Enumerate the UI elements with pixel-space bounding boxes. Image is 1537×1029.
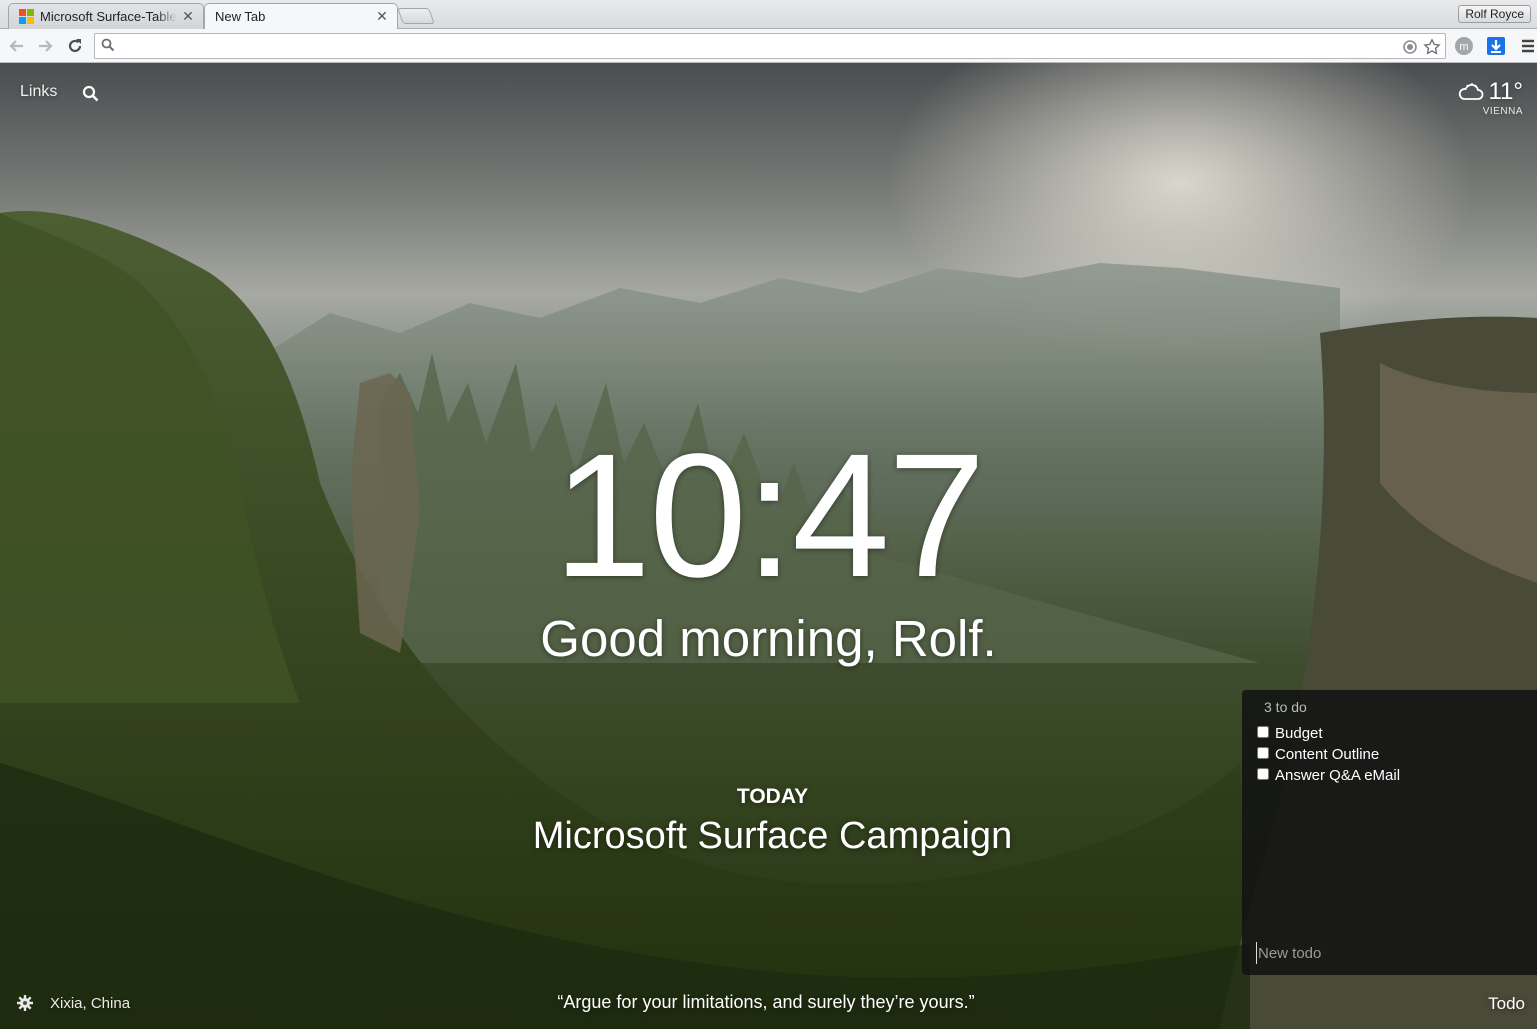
reload-icon [68, 39, 82, 53]
todo-item[interactable]: Answer Q&A eMail [1257, 765, 1400, 786]
todo-checkbox[interactable] [1257, 747, 1269, 759]
todo-item-text: Answer Q&A eMail [1275, 767, 1401, 784]
omnibox-input[interactable] [121, 36, 1391, 56]
hamburger-icon[interactable] [1518, 36, 1537, 56]
weather-widget[interactable]: 11° VIENNA [1458, 78, 1523, 117]
todo-panel: 3 to do Budget Content Outline Answer Q&… [1242, 690, 1537, 975]
todo-count: 3 to do [1264, 699, 1307, 715]
todo-item-text: Content Outline [1275, 746, 1380, 763]
tab-new-tab[interactable]: New Tab ✕ [204, 3, 398, 29]
search-icon [101, 38, 115, 52]
cloud-icon [1459, 83, 1484, 100]
weather-location: VIENNA [1482, 106, 1523, 117]
clock: 10:47 [553, 418, 985, 614]
todo-item-text: Budget [1275, 725, 1323, 742]
forward-button[interactable] [34, 35, 56, 57]
todo-checkbox[interactable] [1257, 726, 1269, 738]
toolbar: m [0, 29, 1537, 63]
weather-temperature: 11° [1488, 78, 1523, 105]
microsoft-logo-icon [19, 8, 35, 25]
location-target-icon[interactable] [1401, 38, 1419, 56]
omnibox[interactable] [94, 33, 1446, 59]
new-tab-dashboard: Links 11° VIENNA 10:47 Good morning, Rol… [0, 63, 1537, 1029]
svg-text:m: m [1459, 41, 1468, 53]
arrow-right-icon [39, 40, 53, 52]
circle-m-icon[interactable]: m [1454, 36, 1474, 56]
quote: “Argue for your limitations, and surely … [557, 992, 975, 1012]
new-tab-button[interactable] [397, 8, 435, 24]
links-button[interactable]: Links [20, 83, 57, 101]
tab-title: New Tab [215, 9, 266, 24]
arrow-left-icon [9, 40, 23, 52]
tab-microsoft-surface[interactable]: Microsoft Surface-Tablet ✕ [8, 3, 204, 29]
search-icon[interactable] [82, 85, 99, 102]
todo-checkbox[interactable] [1257, 768, 1269, 780]
todo-item[interactable]: Budget [1257, 723, 1400, 744]
todo-list: Budget Content Outline Answer Q&A eMail [1257, 723, 1400, 786]
tab-strip: Microsoft Surface-Tablet ✕ New Tab ✕ Rol… [0, 0, 1537, 29]
back-button[interactable] [6, 35, 28, 57]
close-icon[interactable]: ✕ [375, 8, 389, 25]
profile-button[interactable]: Rolf Royce [1458, 5, 1531, 23]
star-icon[interactable] [1423, 38, 1441, 56]
download-arrow-icon[interactable] [1486, 36, 1506, 56]
greeting: Good morning, Rolf. [540, 610, 997, 667]
todo-item[interactable]: Content Outline [1257, 744, 1400, 765]
new-todo-input[interactable] [1256, 942, 1521, 964]
close-icon[interactable]: ✕ [181, 8, 195, 25]
reload-button[interactable] [64, 35, 86, 57]
todo-button[interactable]: Todo [1488, 994, 1525, 1014]
tab-title: Microsoft Surface-Tablet [40, 9, 177, 24]
